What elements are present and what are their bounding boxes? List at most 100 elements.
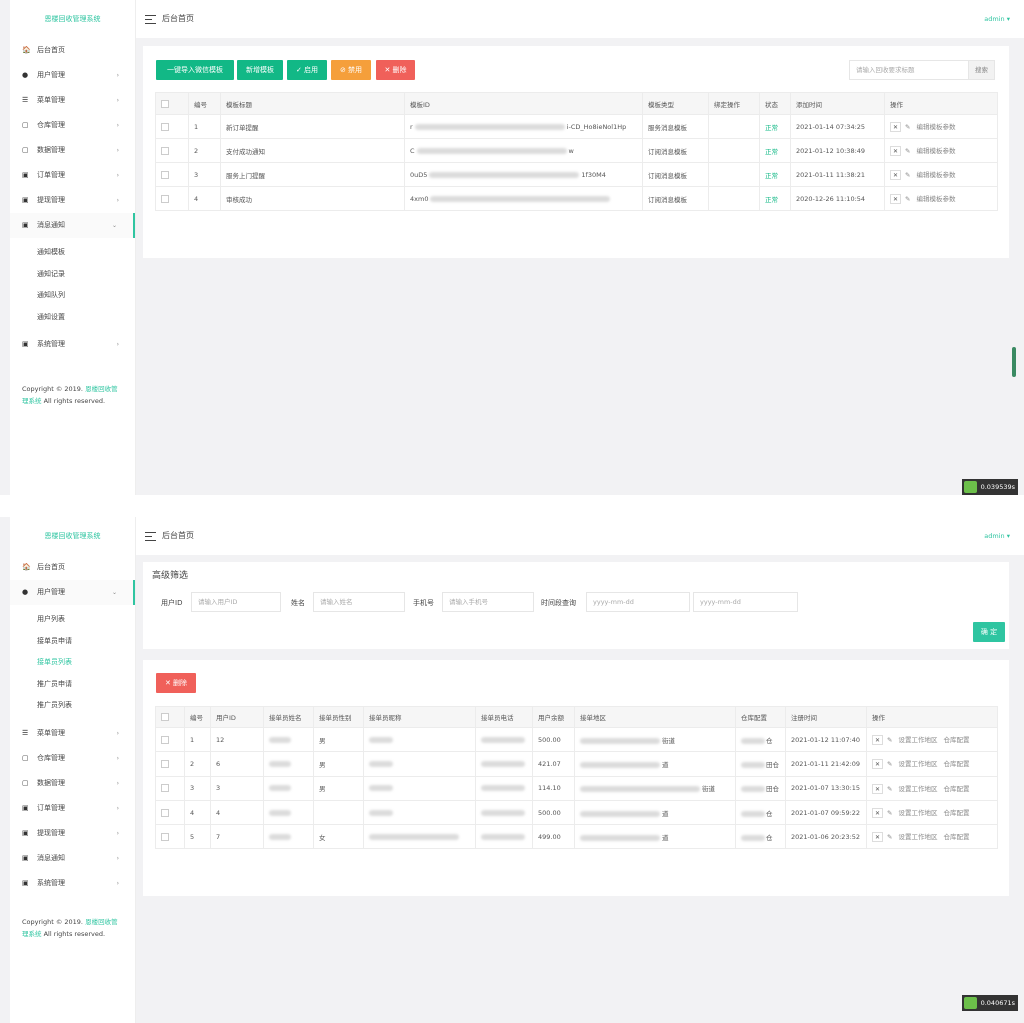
close-icon[interactable]: ✕ (872, 759, 883, 770)
warehouse-config-link[interactable]: 仓库配置 (943, 785, 969, 793)
sidebar-item[interactable]: ● 用户管理 ⌄ (10, 580, 135, 605)
close-icon[interactable]: ✕ (872, 735, 883, 746)
row-checkbox[interactable] (155, 824, 185, 850)
admin-dropdown[interactable]: admin ▾ (984, 532, 1010, 540)
set-area-link[interactable]: 设置工作地区 (898, 833, 937, 841)
row-checkbox[interactable] (155, 726, 185, 753)
sidebar-subitem[interactable]: 推广员列表 (10, 695, 135, 717)
sidebar-subitem[interactable]: 通知设置 (10, 307, 135, 329)
edit-params-link[interactable]: 编辑模板参数 (916, 147, 955, 155)
set-area-link[interactable]: 设置工作地区 (898, 736, 937, 744)
edit-params-link[interactable]: 编辑模板参数 (916, 123, 955, 131)
edit-params-link[interactable]: 编辑模板参数 (916, 171, 955, 179)
add-template-button[interactable]: 新增模板 (237, 60, 283, 80)
menu-icon[interactable] (145, 532, 156, 541)
close-icon[interactable]: ✕ (872, 783, 883, 794)
edit-icon[interactable]: ✎ (887, 809, 892, 817)
edit-icon[interactable]: ✎ (905, 123, 910, 131)
sidebar-subitem[interactable]: 推广员申请 (10, 674, 135, 696)
sidebar-item[interactable]: ▣ 订单管理 › (10, 163, 135, 188)
admin-dropdown[interactable]: admin ▾ (984, 15, 1010, 23)
close-icon[interactable]: ✕ (890, 146, 901, 156)
close-icon[interactable]: ✕ (890, 170, 901, 180)
edit-icon[interactable]: ✎ (887, 785, 892, 793)
select-all-checkbox[interactable] (155, 706, 185, 728)
edit-icon[interactable]: ✎ (887, 833, 892, 841)
sidebar-subitem[interactable]: 通知模板 (10, 242, 135, 264)
warehouse-config-link[interactable]: 仓库配置 (943, 760, 969, 768)
sidebar-item[interactable]: ▣ 提现管理 › (10, 821, 135, 846)
name-input[interactable]: 请输入姓名 (313, 592, 405, 612)
sidebar-item[interactable]: ▢ 数据管理 › (10, 138, 135, 163)
edit-icon[interactable]: ✎ (887, 760, 892, 768)
import-wechat-template-button[interactable]: 一键导入微信模板 (156, 60, 234, 80)
sidebar-subitem[interactable]: 通知队列 (10, 285, 135, 307)
sidebar-item[interactable]: ▣ 消息通知 ⌄ (10, 213, 135, 238)
set-area-link[interactable]: 设置工作地区 (898, 785, 937, 793)
select-all-checkbox[interactable] (155, 92, 189, 115)
sidebar-subitem[interactable]: 通知记录 (10, 264, 135, 286)
sidebar-item[interactable]: ▢ 仓库管理 › (10, 746, 135, 771)
app-logo[interactable]: 恩楼回收管理系统 (10, 0, 135, 38)
checkbox[interactable] (161, 759, 169, 768)
close-icon[interactable]: ✕ (872, 808, 883, 819)
sidebar-item[interactable]: 🏠 后台首页 (10, 555, 135, 580)
sidebar-subitem[interactable]: 接单员申请 (10, 631, 135, 653)
sidebar-item[interactable]: ▣ 消息通知 › (10, 846, 135, 871)
sidebar-item[interactable]: ▣ 订单管理 › (10, 796, 135, 821)
warehouse-config-link[interactable]: 仓库配置 (943, 736, 969, 744)
edit-icon[interactable]: ✎ (905, 171, 910, 179)
checkbox[interactable] (161, 194, 169, 203)
edit-icon[interactable]: ✎ (887, 736, 892, 744)
search-button[interactable]: 搜索 (968, 61, 994, 79)
checkbox[interactable] (161, 735, 169, 744)
checkbox[interactable] (161, 808, 169, 817)
sidebar-item[interactable]: ☰ 菜单管理 › (10, 88, 135, 113)
search-input[interactable]: 请输入回收要求标题 (850, 61, 968, 79)
enable-button[interactable]: ✓ 启用 (287, 60, 327, 80)
sidebar-item[interactable]: 🏠 后台首页 (10, 38, 135, 63)
checkbox[interactable] (161, 832, 169, 841)
row-checkbox[interactable] (155, 751, 185, 777)
delete-button[interactable]: ✕ 删除 (376, 60, 415, 80)
row-checkbox[interactable] (155, 775, 185, 801)
row-checkbox[interactable] (155, 162, 189, 187)
disable-button[interactable]: ⊘ 禁用 (331, 60, 371, 80)
row-checkbox[interactable] (155, 114, 189, 139)
start-date-input[interactable]: yyyy-mm-dd (586, 592, 690, 612)
menu-icon[interactable] (145, 15, 156, 24)
close-icon[interactable]: ✕ (872, 832, 883, 843)
sidebar-item[interactable]: ☰ 菜单管理 › (10, 721, 135, 746)
uid-input[interactable]: 请输入用户ID (191, 592, 281, 612)
edit-params-link[interactable]: 编辑模板参数 (916, 195, 955, 203)
close-icon[interactable]: ✕ (890, 194, 901, 204)
sidebar-item[interactable]: ▣ 系统管理 › (10, 871, 135, 896)
phone-input[interactable]: 请输入手机号 (442, 592, 534, 612)
sidebar-subitem[interactable]: 用户列表 (10, 609, 135, 631)
edit-icon[interactable]: ✎ (905, 195, 910, 203)
checkbox[interactable] (161, 170, 169, 179)
row-checkbox[interactable] (155, 186, 189, 211)
row-checkbox[interactable] (155, 138, 189, 163)
sidebar-item[interactable]: ▢ 仓库管理 › (10, 113, 135, 138)
close-icon[interactable]: ✕ (890, 122, 901, 132)
set-area-link[interactable]: 设置工作地区 (898, 760, 937, 768)
checkbox[interactable] (161, 146, 169, 155)
app-logo[interactable]: 恩楼回收管理系统 (10, 517, 135, 555)
sidebar-subitem[interactable]: 接单员列表 (10, 652, 135, 674)
sidebar-item[interactable]: ▣ 系统管理 › (10, 332, 135, 357)
sidebar-item[interactable]: ● 用户管理 › (10, 63, 135, 88)
sidebar-item[interactable]: ▢ 数据管理 › (10, 771, 135, 796)
end-date-input[interactable]: yyyy-mm-dd (693, 592, 798, 612)
edit-icon[interactable]: ✎ (905, 147, 910, 155)
checkbox[interactable] (161, 122, 169, 131)
confirm-button[interactable]: 确 定 (973, 622, 1005, 642)
delete-button[interactable]: ✕ 删除 (156, 673, 196, 693)
warehouse-config-link[interactable]: 仓库配置 (943, 809, 969, 817)
scrollbar-thumb[interactable] (1012, 347, 1016, 377)
sidebar-item[interactable]: ▣ 提现管理 › (10, 188, 135, 213)
row-checkbox[interactable] (155, 799, 185, 826)
set-area-link[interactable]: 设置工作地区 (898, 809, 937, 817)
checkbox[interactable] (161, 784, 169, 793)
warehouse-config-link[interactable]: 仓库配置 (943, 833, 969, 841)
